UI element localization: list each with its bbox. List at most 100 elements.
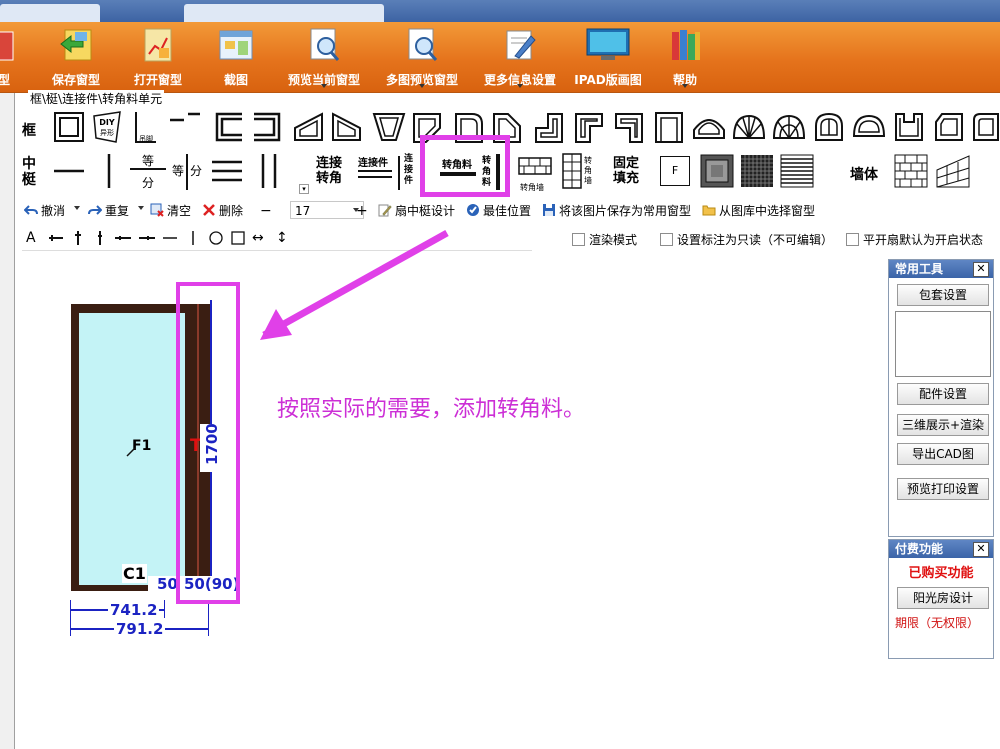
connector-v-tile[interactable]: 连接件 — [398, 152, 418, 194]
frame-c-right-tile[interactable] — [250, 108, 284, 146]
frame-top-bar-tile[interactable] — [168, 108, 202, 146]
checkbox-box[interactable] — [660, 233, 673, 246]
frame-arch-tile[interactable] — [692, 108, 726, 146]
mullion-horizontal-tile[interactable] — [52, 152, 86, 190]
fill-glass-tile[interactable] — [700, 152, 734, 190]
frame-trapezoid-tile[interactable] — [372, 108, 406, 146]
frame-semicircle-tile[interactable] — [852, 108, 886, 146]
frame-tall-rect-tile[interactable] — [652, 108, 686, 146]
left-scroll-rail[interactable] — [0, 93, 15, 749]
ribbon-button-save-window[interactable]: 保存窗型 — [40, 22, 112, 92]
package-settings-button[interactable]: 包套设置 — [897, 284, 989, 306]
frame-l-shape-tile[interactable] — [532, 108, 566, 146]
frame-u-tile[interactable] — [892, 108, 926, 146]
purchased-features-label[interactable]: 已购买功能 — [889, 562, 993, 581]
arrow-h-tool[interactable] — [48, 230, 64, 250]
marker-h2-tool[interactable] — [138, 230, 156, 250]
close-icon[interactable]: ✕ — [973, 262, 989, 277]
ribbon-button-more-settings[interactable]: 更多信息设置 — [474, 22, 566, 92]
help-dropdown-arrow[interactable] — [682, 84, 688, 88]
settings-icon — [501, 26, 539, 64]
redo-icon — [88, 203, 103, 217]
marker-h-tool[interactable] — [114, 230, 132, 250]
fill-mesh-tile[interactable] — [740, 152, 774, 190]
ribbon-button-screenshot[interactable]: 截图 — [206, 22, 266, 92]
3d-render-button[interactable]: 三维展示+渲染 — [897, 414, 989, 436]
choose-from-library-button[interactable]: 从图库中选择窗型 — [702, 202, 815, 220]
render-mode-checkbox[interactable]: 渲染模式 — [572, 231, 637, 248]
text-tool[interactable]: A — [26, 230, 36, 246]
sash-design-button[interactable]: 扇中梃设计 — [378, 202, 455, 220]
checkbox-box[interactable] — [846, 233, 859, 246]
preview-dropdown-arrow[interactable] — [321, 84, 327, 88]
frame-rect-tile[interactable] — [52, 108, 86, 146]
save-as-common-button[interactable]: 将该图片保存为常用窗型 — [542, 202, 691, 220]
settings-dropdown-arrow[interactable] — [517, 84, 523, 88]
frame-step-tile[interactable] — [572, 108, 606, 146]
ribbon-button-preview[interactable]: 预览当前窗型 — [276, 22, 372, 92]
toolbar-scroll-down-icon[interactable]: ▾ — [299, 184, 309, 194]
mullion-double-h-tile[interactable] — [210, 152, 244, 190]
fixed-fill-tile[interactable]: 固定填充 — [610, 156, 642, 186]
frame-slope-left-tile[interactable] — [292, 108, 326, 146]
checkbox-box[interactable] — [572, 233, 585, 246]
frame-round-arch-tile[interactable] — [812, 108, 846, 146]
width-outer-dimension[interactable]: 791.2 — [114, 620, 166, 638]
title-tab-active[interactable] — [184, 4, 384, 22]
wall-brick-angled-tile[interactable] — [936, 152, 970, 190]
line-v-tool[interactable] — [188, 230, 198, 250]
frame-slope-right-tile[interactable] — [330, 108, 364, 146]
sash-default-open-checkbox[interactable]: 平开扇默认为开启状态 — [846, 231, 983, 248]
delete-button[interactable]: 删除 — [202, 202, 243, 220]
print-preview-settings-button[interactable]: 预览打印设置 — [897, 478, 989, 500]
frame-fan-arch-tile[interactable] — [732, 108, 766, 146]
undo-dropdown-arrow[interactable] — [74, 206, 80, 210]
wall-brick-tile[interactable] — [894, 152, 928, 190]
accessory-settings-button[interactable]: 配件设置 — [897, 383, 989, 405]
mullion-vertical-tile[interactable] — [92, 152, 126, 190]
redo-button[interactable]: 重复 — [88, 202, 129, 220]
frame-diy-tile[interactable]: DIY 异形 — [90, 108, 124, 146]
fill-louver-tile[interactable] — [780, 152, 814, 190]
width-inner-dimension[interactable]: 741.2 — [108, 601, 160, 619]
font-increase-button[interactable]: + — [356, 202, 368, 220]
corner-wall-h-tile[interactable]: 转角墙 — [518, 156, 554, 198]
bottom-dimension-left[interactable]: 50 — [157, 575, 178, 593]
sunroom-design-button[interactable]: 阳光房设计 — [897, 587, 989, 609]
clear-button[interactable]: 清空 — [150, 202, 191, 220]
frame-rounded-tile[interactable] — [970, 108, 1000, 146]
close-icon[interactable]: ✕ — [973, 542, 989, 557]
font-decrease-button[interactable]: − — [260, 202, 272, 220]
line-h-tool[interactable] — [162, 230, 178, 250]
connect-corner-tile[interactable]: 连接转角 — [312, 156, 346, 186]
frame-notch-tile[interactable] — [612, 108, 646, 146]
marker-v-tool[interactable] — [92, 230, 108, 250]
frame-c-left-tile[interactable] — [212, 108, 246, 146]
readonly-annotation-checkbox[interactable]: 设置标注为只读（不可编辑） — [660, 231, 833, 248]
arrow-v-tool[interactable] — [70, 230, 86, 250]
ribbon-button-open-window[interactable]: 打开窗型 — [122, 22, 194, 92]
fill-f-tile[interactable]: F — [660, 156, 690, 186]
frame-fan-arch2-tile[interactable] — [772, 108, 806, 146]
connector-h-tile[interactable]: 连接件 — [358, 154, 394, 196]
export-cad-button[interactable]: 导出CAD图 — [897, 443, 989, 465]
corner-wall-v-tile[interactable]: 转角墙 — [562, 152, 598, 194]
ribbon-button-ipad[interactable]: IPAD版画图 — [568, 22, 648, 92]
frame-hanging-tile[interactable]: 吊脚 — [128, 108, 162, 146]
mullion-double-v-tile[interactable] — [252, 152, 286, 190]
undo-button[interactable]: 撤消 — [23, 202, 65, 220]
ribbon-button-window[interactable]: 窗型 — [0, 22, 26, 92]
ribbon-button-multi-preview[interactable]: 多图预览窗型 — [376, 22, 468, 92]
rectangle-tool[interactable] — [230, 230, 246, 250]
frame-octagon-tile[interactable] — [932, 108, 966, 146]
circle-tool[interactable] — [208, 230, 224, 250]
title-tab-left[interactable] — [0, 4, 100, 22]
multi-preview-dropdown-arrow[interactable] — [419, 84, 425, 88]
best-position-button[interactable]: 最佳位置 — [466, 202, 531, 220]
redo-dropdown-arrow[interactable] — [138, 206, 144, 210]
mullion-equal-v-tile[interactable]: 等 分 — [172, 152, 208, 194]
mullion-equal-h-tile[interactable]: 等 分 — [130, 152, 170, 194]
check-icon — [466, 203, 480, 217]
font-size-select[interactable]: 17 — [290, 201, 364, 219]
ribbon-button-help[interactable]: 帮助 — [660, 22, 710, 92]
